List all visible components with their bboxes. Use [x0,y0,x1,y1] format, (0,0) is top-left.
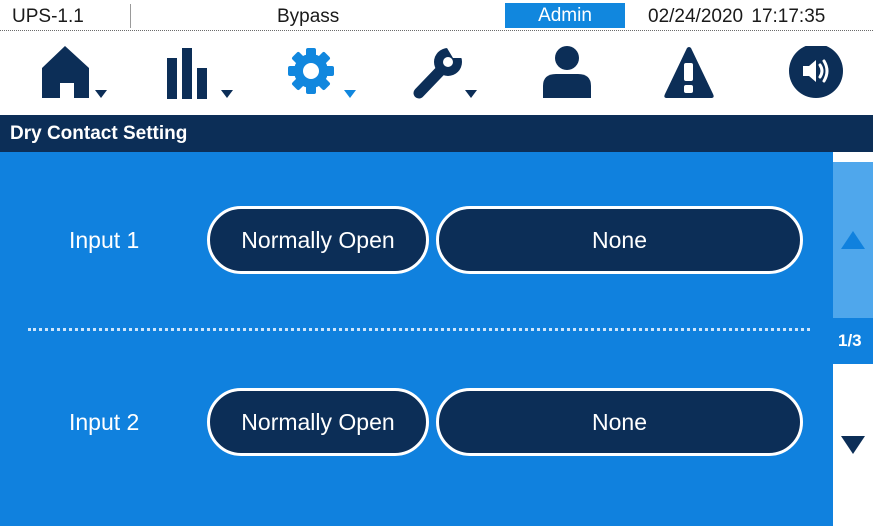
status-divider [0,30,873,31]
scroll-down-button[interactable] [833,364,873,526]
warning-icon [664,47,714,98]
datetime: 02/24/2020 17:17:35 [648,6,826,27]
gear-icon [288,48,356,98]
chevron-down-icon [221,90,233,98]
user-icon [543,46,591,98]
row-divider [28,328,810,331]
status-bar: UPS-1.1 Bypass Admin 02/24/2020 17:17:35 [0,0,873,33]
wrench-icon [413,48,477,99]
home-icon [42,46,107,98]
chevron-down-icon [95,90,107,98]
status-separator [130,4,131,28]
nav-bar [0,33,873,115]
chevron-down-icon [465,90,477,98]
nav-maintenance-button[interactable] [413,46,485,108]
nav-home-button[interactable] [38,46,110,108]
nav-settings-button[interactable] [287,46,359,108]
page-scroller: 1/3 [833,152,873,526]
operating-mode: Bypass [277,6,340,27]
speaker-icon [789,46,843,98]
page-title: Dry Contact Setting [0,115,873,152]
user-badge[interactable]: Admin [505,3,625,28]
page-indicator: 1/3 [833,318,873,364]
nav-user-button[interactable] [540,46,612,108]
triangle-down-icon [841,436,865,454]
dry-contact-panel: Input 1 Normally Open None Input 2 Norma… [0,152,833,526]
triangle-up-icon [841,231,865,249]
bar-chart-icon [167,48,233,99]
scroll-up-button[interactable] [833,162,873,318]
input2-function-button[interactable]: None [436,388,803,456]
nav-alarm-button[interactable] [661,46,733,108]
input2-contact-type-button[interactable]: Normally Open [207,388,429,456]
input-label: Input 1 [69,227,140,253]
device-name: UPS-1.1 [12,6,84,27]
nav-sound-button[interactable] [789,46,861,108]
input1-contact-type-button[interactable]: Normally Open [207,206,429,274]
nav-measure-button[interactable] [164,46,236,108]
chevron-down-icon [344,90,356,98]
input-label: Input 2 [69,409,140,435]
input1-function-button[interactable]: None [436,206,803,274]
